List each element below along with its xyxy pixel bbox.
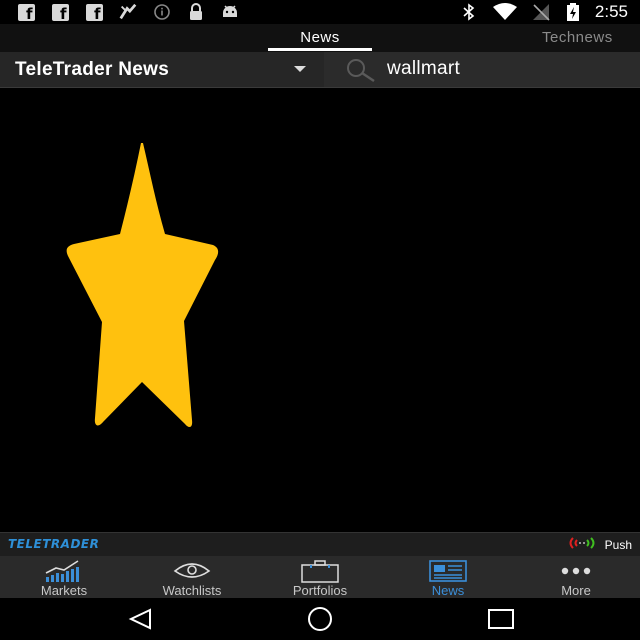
search-icon xyxy=(344,57,378,88)
facebook-icon xyxy=(16,3,36,23)
star-icon xyxy=(66,143,219,428)
fanatic-app-icon xyxy=(118,3,138,21)
tab-news[interactable]: News xyxy=(268,29,372,46)
nav-portfolios-label: Portfolios xyxy=(292,583,348,598)
status-bar: 2:55 xyxy=(0,0,640,24)
clock: 2:55 xyxy=(594,2,628,21)
no-signal-icon xyxy=(531,3,551,21)
android-icon xyxy=(220,3,240,21)
tab-bar: News Technews xyxy=(0,24,640,53)
active-tab-indicator xyxy=(268,48,372,51)
push-label: Push xyxy=(604,537,632,552)
tab-technews[interactable]: Technews xyxy=(542,29,613,46)
system-navigation-bar xyxy=(0,598,640,640)
markets-chart-icon xyxy=(44,559,84,583)
wifi-icon xyxy=(491,3,519,21)
news-content-area xyxy=(0,88,640,531)
news-source-dropdown[interactable]: TeleTrader News xyxy=(0,52,322,87)
teletrader-logo: TELETRADER xyxy=(8,537,100,551)
brand-bar: TELETRADER Push xyxy=(0,532,640,557)
recent-apps-button[interactable] xyxy=(486,607,516,631)
search-field[interactable]: wallmart xyxy=(324,52,640,87)
newspaper-icon xyxy=(428,559,468,583)
lock-icon xyxy=(186,3,206,21)
home-button[interactable] xyxy=(305,607,335,631)
nav-more-label: More xyxy=(561,583,591,598)
nav-watchlists[interactable]: Watchlists xyxy=(128,556,256,598)
push-connection-icon xyxy=(565,536,599,553)
briefcase-icon xyxy=(300,559,340,583)
battery-charging-icon xyxy=(563,3,583,21)
eye-icon xyxy=(172,559,212,583)
nav-markets-label: Markets xyxy=(40,583,88,598)
bottom-navigation: Markets Watchlists Portfolios News More xyxy=(0,556,640,598)
nav-news[interactable]: News xyxy=(384,556,512,598)
facebook-icon xyxy=(84,3,104,23)
toolbar: TeleTrader News wallmart xyxy=(0,52,640,88)
star-shape xyxy=(66,143,219,428)
search-input[interactable]: wallmart xyxy=(387,58,460,80)
nav-watchlists-label: Watchlists xyxy=(162,583,222,598)
more-dots-icon xyxy=(556,559,596,583)
push-status[interactable]: Push xyxy=(565,536,632,553)
bluetooth-icon xyxy=(459,3,479,21)
info-icon xyxy=(152,3,172,21)
facebook-icon xyxy=(50,3,70,23)
nav-news-label: News xyxy=(431,583,465,598)
nav-more[interactable]: More xyxy=(512,556,640,598)
chevron-down-icon xyxy=(294,66,306,72)
nav-markets[interactable]: Markets xyxy=(0,556,128,598)
nav-portfolios[interactable]: Portfolios xyxy=(256,556,384,598)
back-button[interactable] xyxy=(126,607,156,631)
news-source-label: TeleTrader News xyxy=(15,58,170,80)
